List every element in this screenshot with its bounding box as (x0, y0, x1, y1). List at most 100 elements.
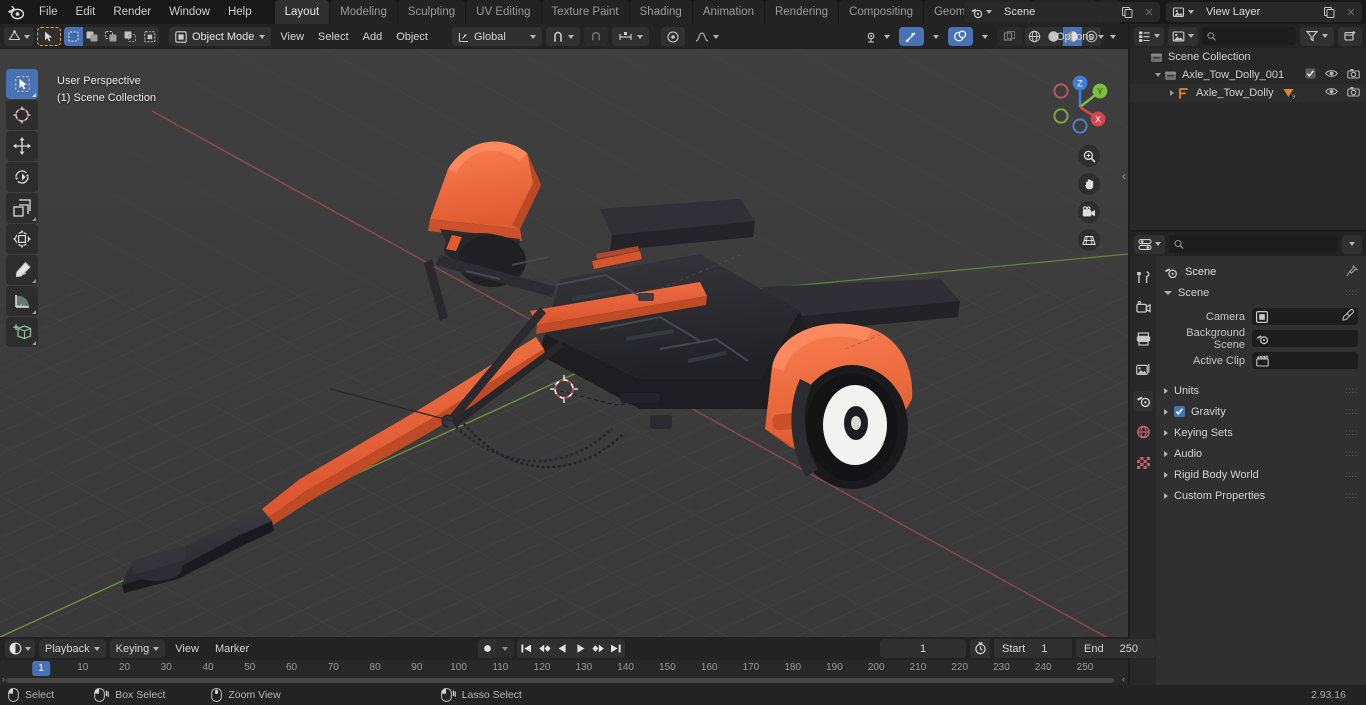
workspace-tab-modeling[interactable]: Modeling (330, 0, 397, 24)
workspace-tab-rendering[interactable]: Rendering (764, 0, 839, 24)
outliner-display-mode[interactable] (1168, 26, 1198, 46)
view-layer-icon[interactable] (1166, 2, 1198, 22)
workspace-tab-layout[interactable]: Layout (274, 0, 330, 24)
menu-render[interactable]: Render (104, 3, 160, 21)
outliner-row[interactable]: Scene Collection (1130, 48, 1366, 66)
current-frame-field[interactable]: 1 (880, 639, 966, 658)
select-mode-intersect[interactable] (140, 27, 159, 46)
collapsed-panel-units[interactable]: Units:::: (1164, 380, 1358, 401)
outliner-checkbox[interactable] (1305, 68, 1316, 82)
new-view-layer-icon[interactable] (1318, 2, 1340, 22)
blender-logo-icon[interactable] (0, 5, 30, 20)
select-mode-group[interactable] (64, 27, 159, 46)
unlink-scene-button[interactable]: ✕ (1138, 2, 1160, 22)
visibility-eye-icon[interactable] (1325, 68, 1338, 82)
workspace-tab-texture-paint[interactable]: Texture Paint (541, 0, 629, 24)
unlink-view-layer-button[interactable]: ✕ (1340, 2, 1362, 22)
timeline-editor-type-icon[interactable] (5, 639, 35, 658)
tab-tool[interactable] (1133, 267, 1153, 287)
modifier-badge-icon[interactable]: 9 (1282, 87, 1297, 100)
jump-to-end-button[interactable] (607, 639, 625, 658)
tool-measure[interactable] (6, 286, 38, 316)
timeline-scroll-right-arrow[interactable]: ‹ (1122, 674, 1125, 684)
scene-icon[interactable] (964, 2, 996, 22)
record-icon[interactable] (478, 639, 496, 658)
sidebar-toggle-arrow-icon[interactable]: ‹ (1122, 169, 1126, 183)
mode-selector[interactable]: Object Mode (169, 27, 272, 46)
properties-editor-type-icon[interactable] (1134, 234, 1165, 254)
transform-orientation-selector[interactable]: Global (452, 27, 542, 46)
workspace-tab-uv-editing[interactable]: UV Editing (466, 0, 541, 24)
transport-controls[interactable] (517, 639, 625, 658)
select-mode-subtract[interactable] (102, 27, 121, 46)
auto-keying-icon[interactable] (970, 639, 990, 658)
menu-file[interactable]: File (30, 3, 67, 21)
tool-scale[interactable] (6, 193, 38, 223)
panel-checkbox[interactable] (1174, 406, 1185, 417)
outliner-row[interactable]: Axle_Tow_Dolly_001 (1130, 66, 1366, 84)
collapsed-panel-rigid-body-world[interactable]: Rigid Body World:::: (1164, 464, 1358, 485)
timeline-scroll-left-arrow[interactable]: › (2, 674, 5, 684)
view-layer-selector[interactable]: View Layer ✕ (1166, 2, 1362, 22)
tab-texture[interactable] (1133, 453, 1153, 473)
snap-target-selector[interactable] (612, 27, 649, 46)
gizmo-toggle[interactable] (899, 27, 924, 46)
playback-menu[interactable]: Playback (39, 639, 106, 658)
navigation-gizmo[interactable]: Z Y X (1044, 71, 1110, 137)
play-reverse-button[interactable] (553, 639, 571, 658)
collapsed-panel-keying-sets[interactable]: Keying Sets:::: (1164, 422, 1358, 443)
properties-editor[interactable]: Scene Scene :::: Camera Background Scene A… (1130, 232, 1366, 685)
tool-add-cube[interactable] (6, 317, 38, 347)
scene-panel-header[interactable]: Scene :::: (1164, 282, 1358, 303)
render-camera-icon[interactable] (1347, 68, 1360, 82)
collapsed-panel-gravity[interactable]: Gravity:::: (1164, 401, 1358, 422)
play-button[interactable] (571, 639, 589, 658)
active-tool-indicator[interactable] (37, 27, 61, 46)
proportional-falloff-selector[interactable] (689, 27, 725, 46)
scene-name[interactable]: Scene (996, 2, 1116, 22)
chevron-right-icon[interactable] (1166, 90, 1178, 96)
start-frame-field[interactable]: Start 1 (994, 639, 1072, 658)
new-scene-icon[interactable] (1116, 2, 1138, 22)
view-layer-name[interactable]: View Layer (1198, 2, 1318, 22)
tool-tweak[interactable] (6, 69, 38, 99)
tab-output[interactable] (1133, 329, 1153, 349)
select-mode-extend[interactable] (83, 27, 102, 46)
snap-magnet-icon[interactable] (584, 27, 608, 46)
timeline-view-menu[interactable]: View (169, 639, 205, 658)
tool-annotate[interactable] (6, 255, 38, 285)
orthographic-toggle-icon[interactable] (1078, 229, 1100, 251)
visibility-eye-icon[interactable] (1325, 86, 1338, 100)
timeline-marker-menu[interactable]: Marker (209, 639, 255, 658)
viewport-menu-select[interactable]: Select (312, 27, 355, 46)
outliner-search-input[interactable] (1202, 27, 1296, 45)
viewport-options-button[interactable]: Options (1050, 24, 1110, 49)
viewport-menu-view[interactable]: View (274, 27, 310, 46)
overlays-toggle[interactable] (948, 27, 973, 46)
property-field[interactable] (1252, 308, 1358, 325)
workspace-tab-compositing[interactable]: Compositing (839, 0, 923, 24)
playhead[interactable]: 1 (32, 661, 50, 676)
outliner-search-field[interactable] (1220, 30, 1291, 42)
keying-menu[interactable]: Keying (109, 639, 166, 658)
shading-wireframe[interactable] (1025, 27, 1044, 46)
tab-render[interactable] (1133, 298, 1153, 318)
outliner-row[interactable]: Axle_Tow_Dolly 9 (1130, 84, 1366, 102)
properties-search-input[interactable] (1169, 235, 1338, 253)
properties-search-field[interactable] (1188, 238, 1333, 250)
snap-toggle[interactable] (546, 27, 580, 46)
render-camera-icon[interactable] (1347, 86, 1360, 100)
menu-window[interactable]: Window (160, 3, 219, 21)
menu-help[interactable]: Help (219, 3, 261, 21)
property-field[interactable] (1252, 352, 1358, 369)
zoom-icon[interactable] (1078, 145, 1100, 167)
tool-move[interactable] (6, 131, 38, 161)
tab-scene[interactable] (1133, 391, 1153, 411)
proportional-edit-toggle[interactable] (661, 27, 685, 46)
tab-world[interactable] (1133, 422, 1153, 442)
timeline-editor[interactable]: Playback Keying View Marker 1 Start 1 En… (0, 637, 1156, 685)
tool-rotate[interactable] (6, 162, 38, 192)
scene-selector[interactable]: Scene ✕ (964, 2, 1160, 22)
auto-keying-group[interactable] (478, 639, 514, 658)
jump-to-start-button[interactable] (517, 639, 535, 658)
